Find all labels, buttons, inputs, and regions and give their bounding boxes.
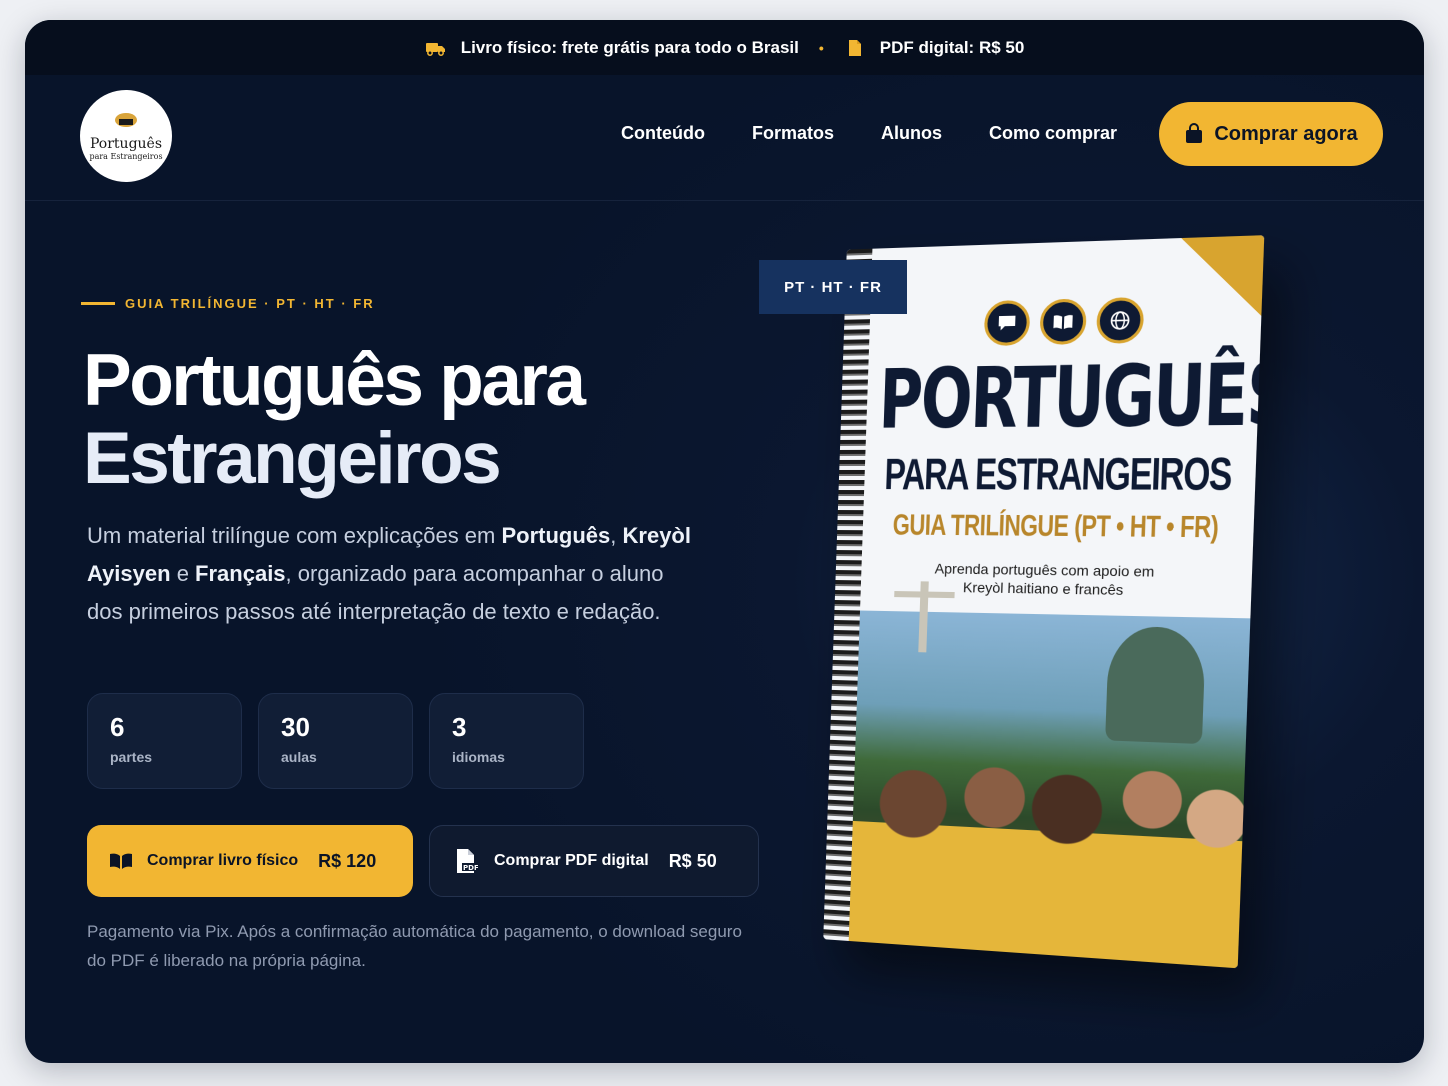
announcement-bar: Livro físico: frete grátis para todo o B… — [25, 20, 1424, 75]
cover-photo — [848, 581, 1251, 969]
sugarloaf-mountain — [1105, 625, 1207, 745]
languages-badge: PT · HT · FR — [759, 260, 907, 314]
logo-line-2: para Estrangeiros — [89, 152, 163, 161]
separator-dot: • — [818, 39, 824, 56]
nav-item-conteudo[interactable]: Conteúdo — [621, 123, 705, 144]
eyebrow-line — [81, 302, 115, 305]
globe-icon — [1095, 296, 1145, 344]
svg-text:PDF: PDF — [463, 864, 478, 872]
shipping-text: Livro físico: frete grátis para todo o B… — [460, 37, 799, 57]
hero-eyebrow: GUIA TRILÍNGUE · PT · HT · FR — [81, 296, 375, 311]
cover-tagline: Aprenda português com apoio em Kreyòl ha… — [934, 560, 1155, 599]
stat-number: 30 — [281, 712, 310, 742]
students-group — [848, 740, 1246, 969]
title-line-1: Português para — [83, 340, 586, 421]
cover-subtitle: GUIA TRILÍNGUE (PT • HT • FR) — [892, 508, 1219, 545]
desc-sep-2: e — [170, 561, 196, 586]
page-title: Português para Estrangeiros — [83, 342, 723, 498]
shopping-bag-icon — [1186, 123, 1203, 143]
buy-now-button[interactable]: Comprar agora — [1159, 102, 1383, 166]
crest-icon — [115, 113, 137, 127]
nav-menu: Conteúdo Formatos Alunos Como comprar — [621, 123, 1117, 144]
book-icon — [1039, 298, 1087, 346]
cover-title: PORTUGUÊS — [877, 345, 1265, 449]
desc-sep-1: , — [610, 523, 623, 548]
buy-physical-price: R$ 120 — [318, 850, 377, 871]
buy-now-label: Comprar agora — [1214, 122, 1358, 145]
pdf-price-text: PDF digital: R$ 50 — [879, 37, 1025, 57]
truck-icon — [425, 39, 447, 57]
page-frame: Livro físico: frete grátis para todo o B… — [25, 20, 1424, 1063]
stats-row: 6 partes 30 aulas 3 idiomas — [87, 693, 584, 789]
stat-number: 6 — [110, 712, 125, 742]
stat-card-aulas: 30 aulas — [258, 693, 413, 789]
desc-lang-portugues: Português — [501, 523, 611, 548]
nav-item-como-comprar[interactable]: Como comprar — [989, 123, 1117, 144]
buy-pdf-button[interactable]: PDF Comprar PDF digital R$ 50 — [429, 825, 759, 897]
stat-card-partes: 6 partes — [87, 693, 242, 789]
desc-lang-francais: Français — [195, 561, 286, 586]
cover-icons — [983, 296, 1145, 347]
stat-label: partes — [110, 749, 153, 765]
pdf-file-icon: PDF — [457, 849, 478, 873]
buy-physical-book-button[interactable]: Comprar livro físico R$ 120 — [87, 825, 413, 897]
main-navigation: Português para Estrangeiros Conteúdo For… — [25, 75, 1424, 201]
stat-number: 3 — [452, 712, 467, 742]
payment-note: Pagamento via Pix. Após a confirmação au… — [87, 922, 742, 970]
hero-description: Um material trilíngue com explicações em… — [87, 517, 697, 631]
eyebrow-text: GUIA TRILÍNGUE · PT · HT · FR — [125, 296, 375, 311]
stat-label: idiomas — [452, 749, 505, 765]
book-cover-image: PT · HT · FR PORTUGUÊS PARA ESTRANGEIROS… — [735, 230, 1355, 990]
buy-physical-label: Comprar livro físico — [147, 852, 299, 869]
site-logo[interactable]: Português para Estrangeiros — [80, 90, 172, 182]
book-open-icon — [110, 853, 132, 869]
logo-line-1: Português — [89, 136, 163, 152]
nav-item-alunos[interactable]: Alunos — [881, 123, 942, 144]
chat-icon — [983, 299, 1031, 347]
title-line-2: Estrangeiros — [83, 418, 502, 499]
desc-intro: Um material trilíngue com explicações em — [87, 523, 502, 548]
buy-pdf-label: Comprar PDF digital — [494, 852, 649, 869]
cover-corner-stripe — [1140, 235, 1265, 334]
pdf-file-icon — [844, 39, 866, 57]
book-cover: PORTUGUÊS PARA ESTRANGEIROS GUIA TRILÍNG… — [823, 235, 1265, 969]
cover-title-line-2: PARA ESTRANGEIROS — [883, 448, 1233, 500]
stat-card-idiomas: 3 idiomas — [429, 693, 584, 789]
christ-statue — [918, 581, 929, 653]
buy-pdf-price: R$ 50 — [668, 850, 717, 871]
stat-label: aulas — [281, 749, 317, 765]
nav-item-formatos[interactable]: Formatos — [752, 123, 834, 144]
